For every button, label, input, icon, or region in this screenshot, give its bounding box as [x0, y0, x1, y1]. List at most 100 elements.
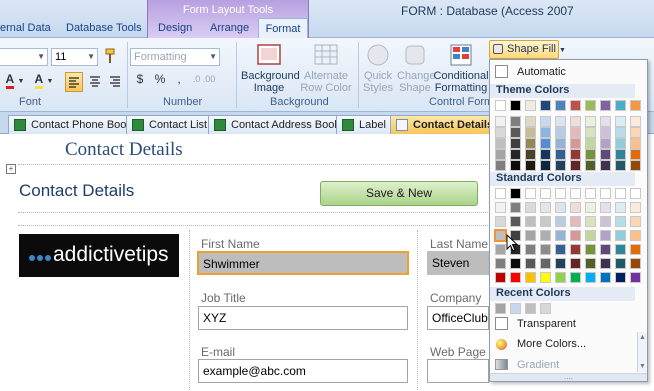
standard-color-swatch[interactable] — [540, 188, 551, 199]
theme-color-swatch[interactable] — [615, 100, 626, 111]
tab-format[interactable]: Format — [258, 18, 308, 39]
theme-color-swatch[interactable] — [585, 100, 596, 111]
standard-color-swatch[interactable] — [570, 272, 581, 283]
recent-color-swatch[interactable] — [540, 303, 551, 314]
theme-color-swatch[interactable] — [525, 116, 536, 127]
standard-color-swatch[interactable] — [525, 216, 536, 227]
standard-color-swatch[interactable] — [600, 272, 611, 283]
standard-color-swatch[interactable] — [555, 272, 566, 283]
theme-color-swatch[interactable] — [615, 149, 626, 160]
tab-contact-phone-book[interactable]: Contact Phone Book — [8, 115, 138, 134]
theme-color-swatch[interactable] — [510, 127, 521, 138]
percent-button[interactable]: % — [153, 72, 167, 92]
standard-color-swatch[interactable] — [615, 244, 626, 255]
theme-color-swatch[interactable] — [555, 149, 566, 160]
standard-color-swatch[interactable] — [630, 230, 641, 241]
standard-color-swatch[interactable] — [525, 244, 536, 255]
tab-contact-list[interactable]: Contact List — [126, 115, 214, 134]
theme-color-swatch[interactable] — [495, 127, 506, 138]
theme-color-swatch[interactable] — [495, 100, 506, 111]
standard-color-swatch[interactable] — [615, 188, 626, 199]
theme-color-swatch[interactable] — [540, 160, 551, 171]
standard-color-swatch[interactable] — [555, 202, 566, 213]
recent-color-swatch[interactable] — [510, 303, 521, 314]
quick-styles-button[interactable]: Quick Styles — [360, 42, 396, 94]
standard-color-swatch[interactable] — [495, 216, 506, 227]
align-right-button[interactable] — [106, 72, 124, 92]
theme-color-swatch[interactable] — [540, 100, 551, 111]
theme-color-swatch[interactable] — [510, 138, 521, 149]
theme-color-swatch[interactable] — [495, 116, 506, 127]
theme-color-swatch[interactable] — [630, 127, 641, 138]
theme-color-swatch[interactable] — [525, 138, 536, 149]
standard-color-swatch[interactable] — [615, 230, 626, 241]
standard-color-swatch[interactable] — [585, 272, 596, 283]
theme-color-swatch[interactable] — [630, 116, 641, 127]
standard-color-swatch[interactable] — [540, 230, 551, 241]
change-shape-button[interactable]: Change Shape — [397, 42, 436, 94]
standard-color-swatch[interactable] — [630, 272, 641, 283]
standard-color-swatch[interactable] — [615, 258, 626, 269]
standard-color-swatch[interactable] — [525, 258, 536, 269]
theme-color-swatch[interactable] — [600, 127, 611, 138]
tab-label-report[interactable]: Label — [336, 115, 392, 134]
currency-button[interactable]: $ — [133, 72, 147, 92]
theme-color-swatch[interactable] — [540, 138, 551, 149]
shape-fill-button[interactable]: Shape Fill ▼ — [489, 40, 566, 59]
chevron-down-icon[interactable]: ▼ — [639, 363, 646, 370]
standard-color-swatch[interactable] — [555, 244, 566, 255]
standard-color-swatch[interactable] — [585, 216, 596, 227]
theme-color-swatch[interactable] — [540, 116, 551, 127]
theme-color-swatch[interactable] — [495, 160, 506, 171]
last-name-field[interactable]: Steven — [427, 251, 489, 275]
theme-color-swatch[interactable] — [585, 160, 596, 171]
theme-color-swatch[interactable] — [525, 149, 536, 160]
standard-color-swatch[interactable] — [630, 258, 641, 269]
standard-color-swatch[interactable] — [570, 244, 581, 255]
standard-color-swatch[interactable] — [570, 230, 581, 241]
standard-color-swatch[interactable] — [525, 188, 536, 199]
align-center-button[interactable] — [86, 72, 104, 92]
standard-color-swatch[interactable] — [600, 216, 611, 227]
font-size-combo[interactable]: 11 ▼ — [51, 48, 98, 66]
standard-color-swatch[interactable] — [600, 230, 611, 241]
standard-color-swatch[interactable] — [510, 272, 521, 283]
standard-color-swatch[interactable] — [600, 258, 611, 269]
standard-color-swatch[interactable] — [615, 272, 626, 283]
theme-color-swatch[interactable] — [525, 127, 536, 138]
format-painter-icon[interactable] — [102, 48, 118, 68]
align-left-button[interactable] — [65, 72, 83, 92]
email-field[interactable]: example@abc.com — [198, 359, 408, 383]
theme-color-swatch[interactable] — [555, 100, 566, 111]
theme-color-swatch[interactable] — [555, 116, 566, 127]
theme-color-swatch[interactable] — [570, 138, 581, 149]
theme-color-swatch[interactable] — [585, 149, 596, 160]
fill-color-button[interactable]: A ▼ — [30, 72, 58, 92]
theme-color-swatch[interactable] — [540, 127, 551, 138]
standard-color-swatch[interactable] — [525, 272, 536, 283]
number-format-combo[interactable]: Formatting ▼ — [130, 48, 220, 66]
conditional-formatting-button[interactable]: Conditional Formatting — [433, 42, 489, 94]
standard-color-swatch[interactable] — [495, 188, 506, 199]
gradient-option[interactable]: Gradient — [490, 359, 647, 371]
theme-color-swatch[interactable] — [495, 138, 506, 149]
first-name-field[interactable]: Shwimmer — [197, 251, 409, 275]
standard-color-swatch[interactable] — [525, 230, 536, 241]
more-colors-option[interactable]: More Colors... — [490, 338, 647, 350]
theme-color-swatch[interactable] — [555, 160, 566, 171]
theme-color-swatch[interactable] — [510, 100, 521, 111]
tab-arrange[interactable]: Arrange — [210, 22, 249, 38]
chevron-up-icon[interactable]: ▲ — [639, 334, 646, 341]
standard-color-swatch[interactable] — [540, 202, 551, 213]
theme-color-swatch[interactable] — [570, 100, 581, 111]
theme-color-swatch[interactable] — [525, 100, 536, 111]
standard-color-swatch[interactable] — [525, 202, 536, 213]
standard-color-swatch[interactable] — [585, 202, 596, 213]
standard-color-swatch[interactable] — [510, 216, 521, 227]
automatic-option[interactable]: Automatic — [490, 66, 647, 78]
theme-color-swatch[interactable] — [630, 100, 641, 111]
font-color-button[interactable]: A ▼ — [4, 72, 26, 92]
standard-color-swatch[interactable] — [585, 230, 596, 241]
decimal-buttons[interactable]: .0 .00 — [190, 74, 218, 94]
theme-color-swatch[interactable] — [570, 149, 581, 160]
